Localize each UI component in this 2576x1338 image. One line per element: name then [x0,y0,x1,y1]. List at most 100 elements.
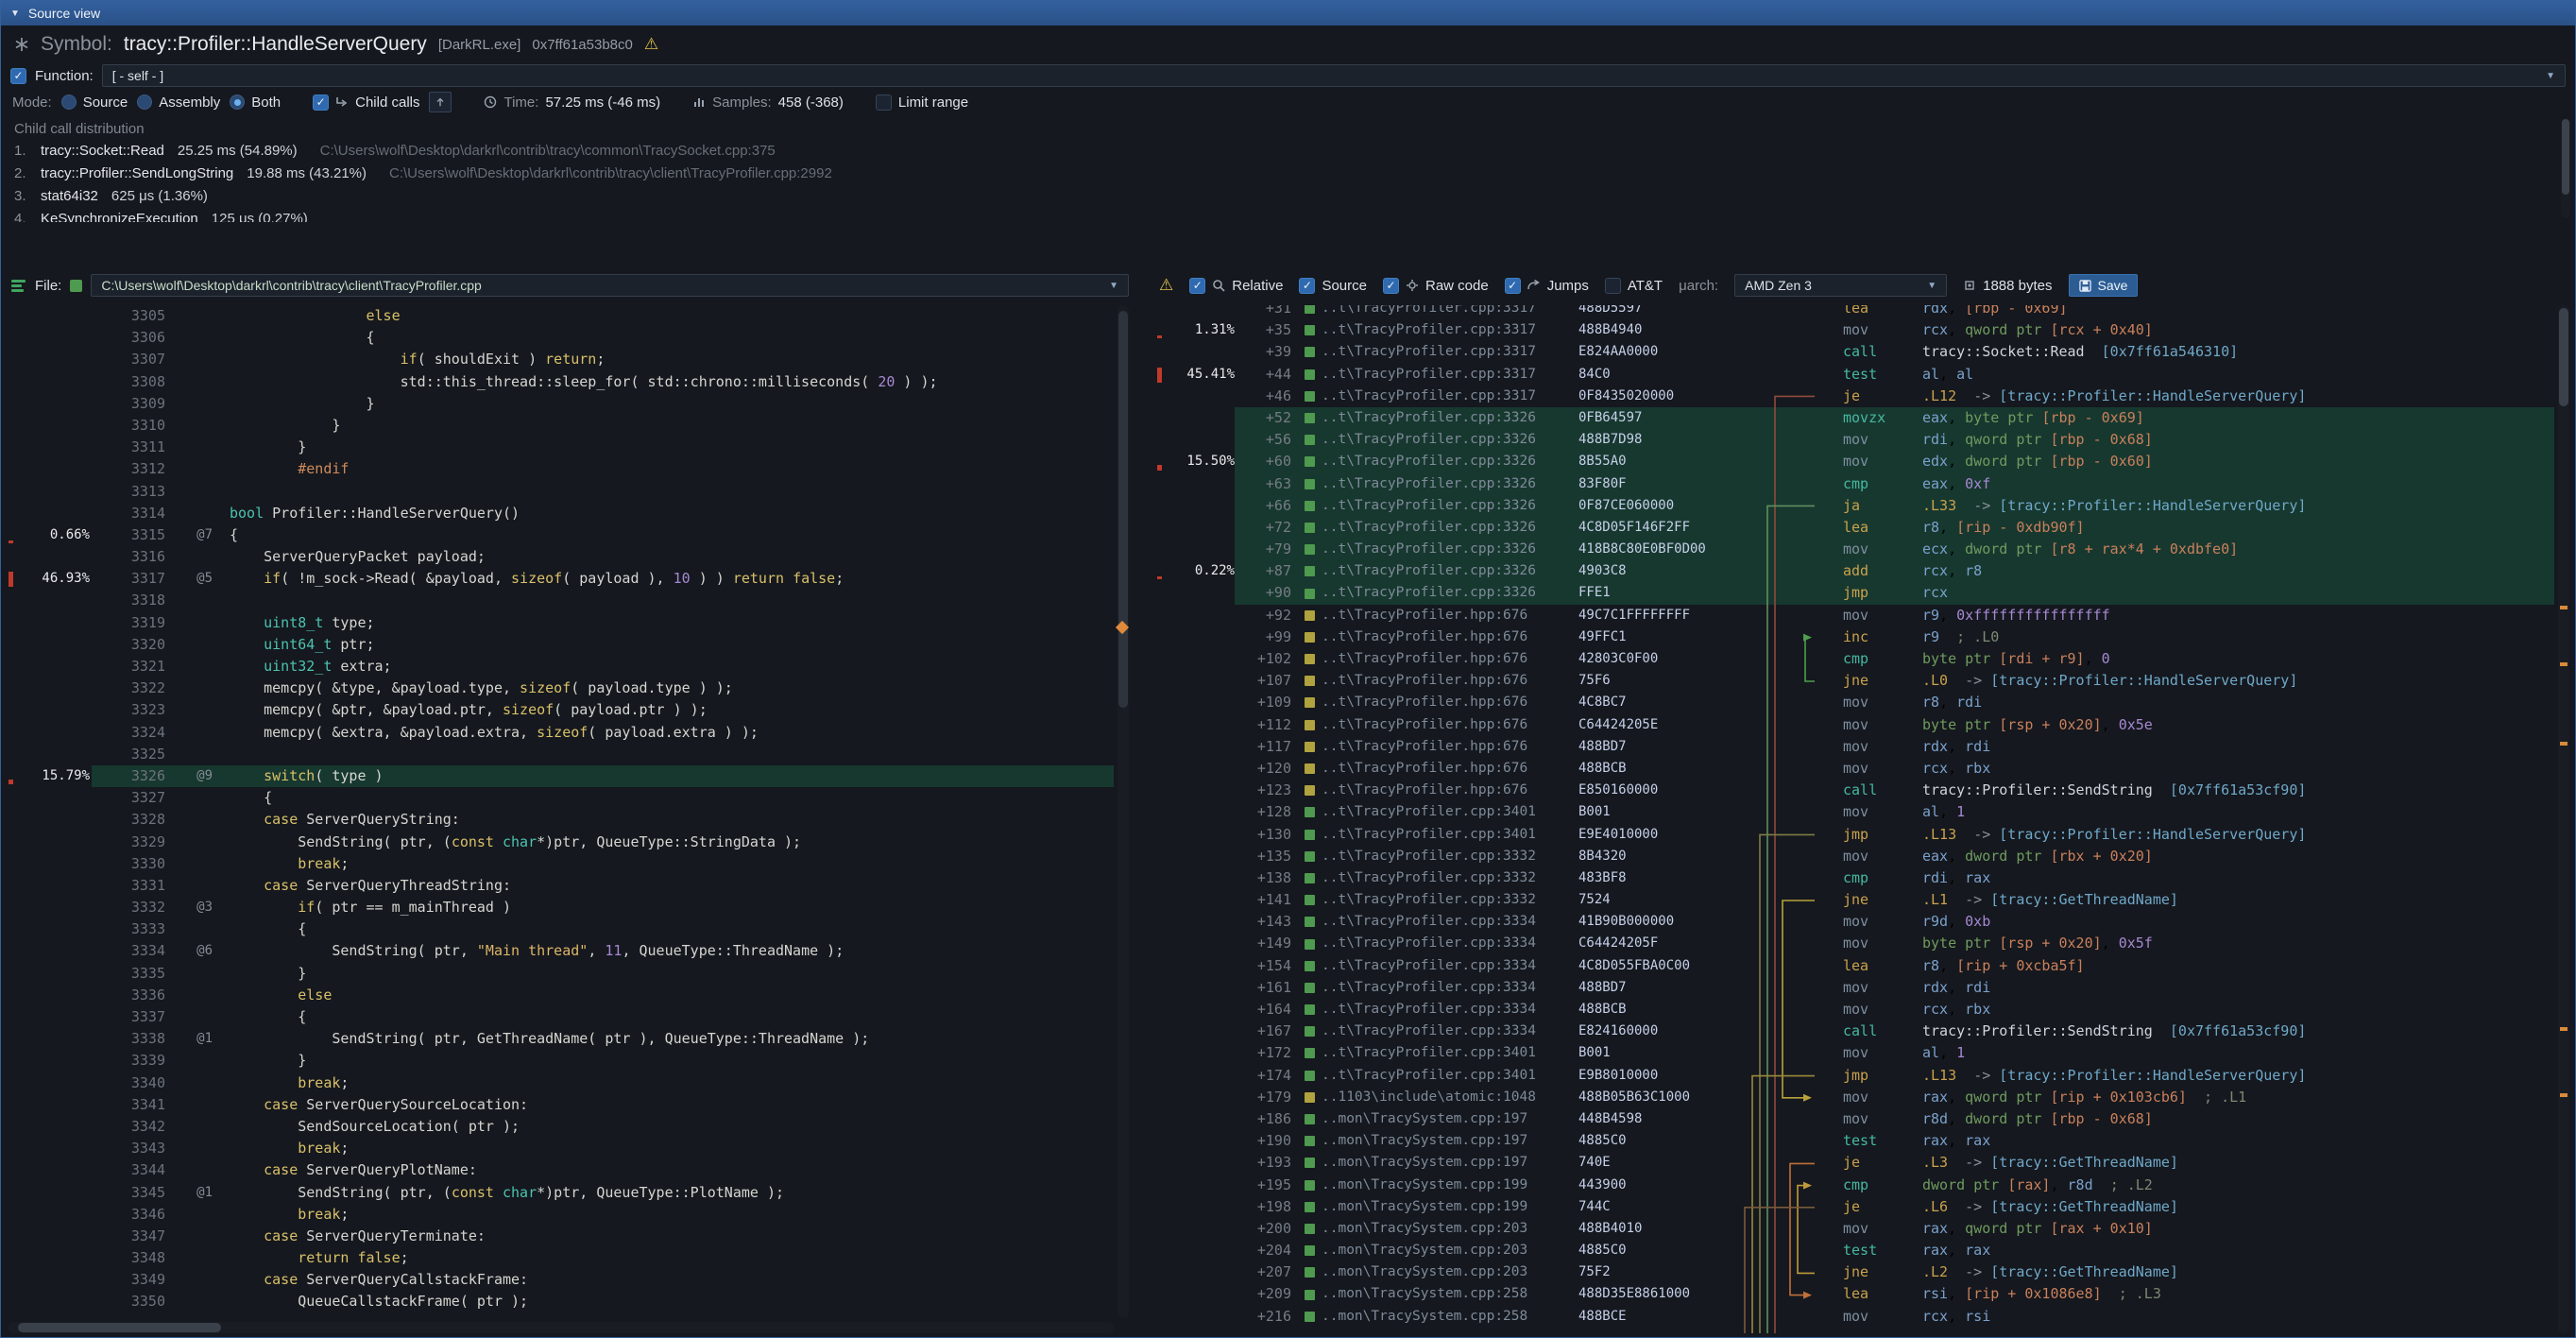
asm-row[interactable]: +149..t\TracyProfiler.cpp:3334C64424205F… [1157,933,2554,954]
asm-source-location[interactable]: ..t\TracyProfiler.cpp:3326 [1305,495,1578,517]
asm-row[interactable]: +130..t\TracyProfiler.cpp:3401E9E4010000… [1157,824,2554,846]
asm-row[interactable]: +135..t\TracyProfiler.cpp:33328B4320move… [1157,846,2554,867]
child-call-entry[interactable]: 1.tracy::Socket::Read25.25 ms (54.89%)C:… [14,143,2560,165]
function-checkbox[interactable]: ✓ [10,68,26,84]
asm-row[interactable]: +143..t\TracyProfiler.cpp:333441B90B0000… [1157,911,2554,933]
source-line[interactable]: 3335 } [9,963,1114,985]
radio-source[interactable]: Source [61,94,128,111]
scrollbar-thumb[interactable] [2562,119,2569,195]
asm-row[interactable]: +107..t\TracyProfiler.hpp:67675F6jne.L0 … [1157,670,2554,692]
asm-source-location[interactable]: ..t\TracyProfiler.hpp:676 [1305,605,1578,626]
radio-both[interactable]: Both [230,94,281,111]
source-vertical-scrollbar[interactable] [1117,305,1129,1318]
asm-row[interactable]: +216..mon\TracySystem.cpp:258488BCEmovrc… [1157,1306,2554,1328]
asm-source-location[interactable]: ..t\TracyProfiler.hpp:676 [1305,736,1578,758]
asm-row[interactable]: +141..t\TracyProfiler.cpp:33327524jne.L1… [1157,889,2554,911]
asm-row[interactable]: +63..t\TracyProfiler.cpp:332683F80Fcmpea… [1157,473,2554,495]
asm-source-location[interactable]: ..t\TracyProfiler.hpp:676 [1305,758,1578,780]
source-toggle[interactable]: ✓ Source [1299,278,1367,294]
asm-row[interactable]: +46..t\TracyProfiler.cpp:33170F843502000… [1157,386,2554,407]
asm-source-location[interactable]: ..mon\TracySystem.cpp:197 [1305,1108,1578,1130]
asm-row[interactable]: +195..mon\TracySystem.cpp:199443900cmpdw… [1157,1175,2554,1196]
asm-row[interactable]: +193..mon\TracySystem.cpp:197740Eje.L3 -… [1157,1152,2554,1174]
asm-source-location[interactable]: ..mon\TracySystem.cpp:203 [1305,1218,1578,1240]
source-line[interactable]: 3346 break; [9,1204,1114,1226]
source-horizontal-scrollbar[interactable] [9,1322,1114,1333]
asm-row[interactable]: 1.31%+35..t\TracyProfiler.cpp:3317488B49… [1157,319,2554,341]
source-line[interactable]: 3336 else [9,985,1114,1006]
asm-source-location[interactable]: ..mon\TracySystem.cpp:203 [1305,1261,1578,1283]
asm-row[interactable]: +52..t\TracyProfiler.cpp:33260FB64597mov… [1157,407,2554,429]
asm-source-location[interactable]: ..t\TracyProfiler.cpp:3326 [1305,407,1578,429]
limit-range-toggle[interactable]: Limit range [876,94,968,111]
source-line[interactable]: 3319 uint8_t type; [9,612,1114,634]
asm-row[interactable]: +109..t\TracyProfiler.hpp:6764C8BC7movr8… [1157,692,2554,713]
scrollbar-thumb[interactable] [1118,311,1128,708]
asm-source-location[interactable]: ..t\TracyProfiler.hpp:676 [1305,692,1578,713]
uarch-select[interactable]: AMD Zen 3 ▼ [1734,274,1947,297]
asm-row[interactable]: +39..t\TracyProfiler.cpp:3317E824AA0000c… [1157,341,2554,363]
asm-source-location[interactable]: ..t\TracyProfiler.cpp:3334 [1305,911,1578,933]
source-line[interactable]: 3316 ServerQueryPacket payload; [9,546,1114,568]
child-calls-checkbox[interactable]: ✓ [313,94,329,111]
att-checkbox[interactable] [1605,278,1621,294]
asm-source-location[interactable]: ..t\TracyProfiler.hpp:676 [1305,626,1578,648]
child-call-entry[interactable]: 3.stat64i32625 μs (1.36%) [14,188,2560,211]
source-line[interactable]: 3337 { [9,1006,1114,1028]
source-line[interactable]: 3327 { [9,787,1114,809]
source-line[interactable]: 3350 QueueCallstackFrame( ptr ); [9,1291,1114,1312]
source-line[interactable]: 3330 break; [9,853,1114,875]
source-line[interactable]: 3329 SendString( ptr, (const char*)ptr, … [9,832,1114,853]
asm-source-location[interactable]: ..t\TracyProfiler.cpp:3332 [1305,889,1578,911]
child-call-entry[interactable]: 2.tracy::Profiler::SendLongString19.88 m… [14,165,2560,188]
scrollbar-thumb[interactable] [2559,308,2568,406]
asm-source-location[interactable]: ..mon\TracySystem.cpp:199 [1305,1175,1578,1196]
asm-row[interactable]: +204..mon\TracySystem.cpp:2034885C0testr… [1157,1240,2554,1261]
asm-source-location[interactable]: ..t\TracyProfiler.cpp:3401 [1305,1042,1578,1064]
asm-row[interactable]: +138..t\TracyProfiler.cpp:3332483BF8cmpr… [1157,867,2554,889]
asm-row[interactable]: +90..t\TracyProfiler.cpp:3326FFE1jmprcx [1157,582,2554,604]
jumps-toggle[interactable]: ✓ Jumps [1505,278,1589,294]
source-line[interactable]: 3333 { [9,918,1114,940]
asm-source-location[interactable]: ..t\TracyProfiler.cpp:3334 [1305,1021,1578,1042]
raw-code-checkbox[interactable]: ✓ [1383,278,1399,294]
asm-source-location[interactable]: ..t\TracyProfiler.hpp:676 [1305,670,1578,692]
asm-row[interactable]: +174..t\TracyProfiler.cpp:3401E9B8010000… [1157,1065,2554,1087]
source-line[interactable]: 0.66%3315@7{ [9,524,1114,546]
asm-row[interactable]: +179..1103\include\atomic:1048488B05B63C… [1157,1087,2554,1108]
source-line[interactable]: 3310 } [9,415,1114,437]
save-button[interactable]: Save [2069,274,2139,297]
asm-source-location[interactable]: ..t\TracyProfiler.cpp:3326 [1305,582,1578,604]
asm-source-location[interactable]: ..t\TracyProfiler.cpp:3332 [1305,846,1578,867]
att-toggle[interactable]: AT&T [1605,278,1663,294]
asm-row[interactable]: +120..t\TracyProfiler.hpp:676488BCBmovrc… [1157,758,2554,780]
asm-row[interactable]: +117..t\TracyProfiler.hpp:676488BD7movrd… [1157,736,2554,758]
asm-row[interactable]: +66..t\TracyProfiler.cpp:33260F87CE06000… [1157,495,2554,517]
source-line[interactable]: 3349 case ServerQueryCallstackFrame: [9,1269,1114,1291]
source-line[interactable]: 3325 [9,744,1114,765]
asm-row[interactable]: +79..t\TracyProfiler.cpp:3326418B8C80E0B… [1157,539,2554,560]
asm-source-location[interactable]: ..t\TracyProfiler.cpp:3334 [1305,933,1578,954]
source-line[interactable]: 3309 } [9,393,1114,415]
asm-source-location[interactable]: ..t\TracyProfiler.cpp:3317 [1305,341,1578,363]
asm-row[interactable]: +92..t\TracyProfiler.hpp:67649C7C1FFFFFF… [1157,605,2554,626]
source-line[interactable]: 3344 case ServerQueryPlotName: [9,1159,1114,1181]
asm-row[interactable]: +186..mon\TracySystem.cpp:197448B4598mov… [1157,1108,2554,1130]
scrollbar-thumb[interactable] [18,1323,221,1332]
asm-source-location[interactable]: ..mon\TracySystem.cpp:203 [1305,1240,1578,1261]
source-line[interactable]: 3334@6 SendString( ptr, "Main thread", 1… [9,940,1114,962]
child-calls-detail-button[interactable] [429,92,452,112]
asm-row[interactable]: +99..t\TracyProfiler.hpp:67649FFC1incr9 … [1157,626,2554,648]
raw-code-toggle[interactable]: ✓ Raw code [1383,278,1489,294]
asm-source-location[interactable]: ..t\TracyProfiler.cpp:3401 [1305,824,1578,846]
asm-row[interactable]: +209..mon\TracySystem.cpp:258488D35E8861… [1157,1283,2554,1305]
limit-range-checkbox[interactable] [876,94,892,111]
asm-source-location[interactable]: ..1103\include\atomic:1048 [1305,1087,1578,1108]
asm-source-location[interactable]: ..t\TracyProfiler.cpp:3326 [1305,451,1578,472]
asm-row[interactable]: +167..t\TracyProfiler.cpp:3334E824160000… [1157,1021,2554,1042]
source-line[interactable]: 3321 uint32_t extra; [9,656,1114,678]
source-line[interactable]: 3312 #endif [9,458,1114,480]
source-line[interactable]: 3347 case ServerQueryTerminate: [9,1226,1114,1247]
source-line[interactable]: 3308 std::this_thread::sleep_for( std::c… [9,371,1114,393]
asm-source-location[interactable]: ..t\TracyProfiler.cpp:3401 [1305,1065,1578,1087]
